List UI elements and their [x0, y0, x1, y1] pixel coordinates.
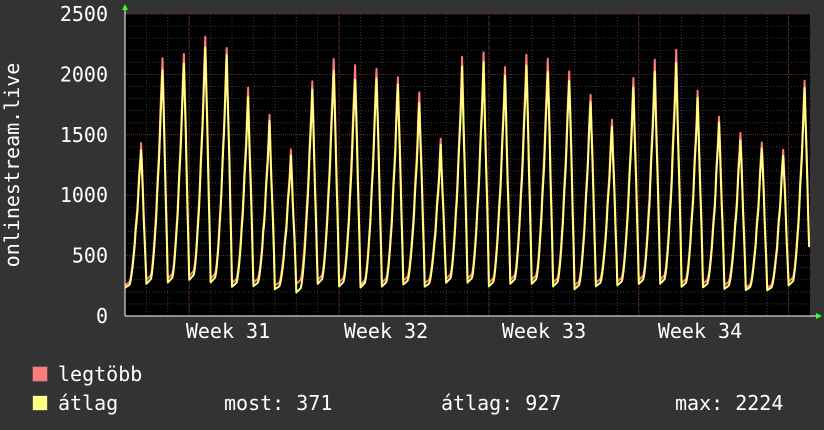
y-axis-arrow [122, 4, 128, 10]
legend-swatch-avg [32, 395, 48, 411]
stat-average: átlag: 927 [441, 391, 562, 415]
x-tick-label: Week 34 [658, 319, 742, 343]
legend-label-max: legtöbb [58, 362, 143, 386]
x-tick-label: Week 32 [344, 319, 428, 343]
y-tick-label: 500 [72, 244, 108, 268]
y-tick-label: 2500 [60, 2, 108, 26]
x-axis-arrow [816, 313, 822, 319]
y-tick-label: 2000 [60, 62, 108, 86]
stat-current: most: 371 [224, 391, 333, 415]
stat-max: max: 2224 [675, 391, 784, 415]
x-tick-label: Week 33 [502, 319, 586, 343]
legend-label-avg: átlag [58, 391, 119, 415]
x-tick-label: Week 31 [186, 319, 270, 343]
y-tick-label: 1000 [60, 183, 108, 207]
y-tick-label: 0 [96, 304, 108, 328]
y-tick-label: 1500 [60, 123, 108, 147]
y-axis-label: onlinestream.live [0, 63, 24, 268]
legend-swatch-max [32, 366, 48, 382]
